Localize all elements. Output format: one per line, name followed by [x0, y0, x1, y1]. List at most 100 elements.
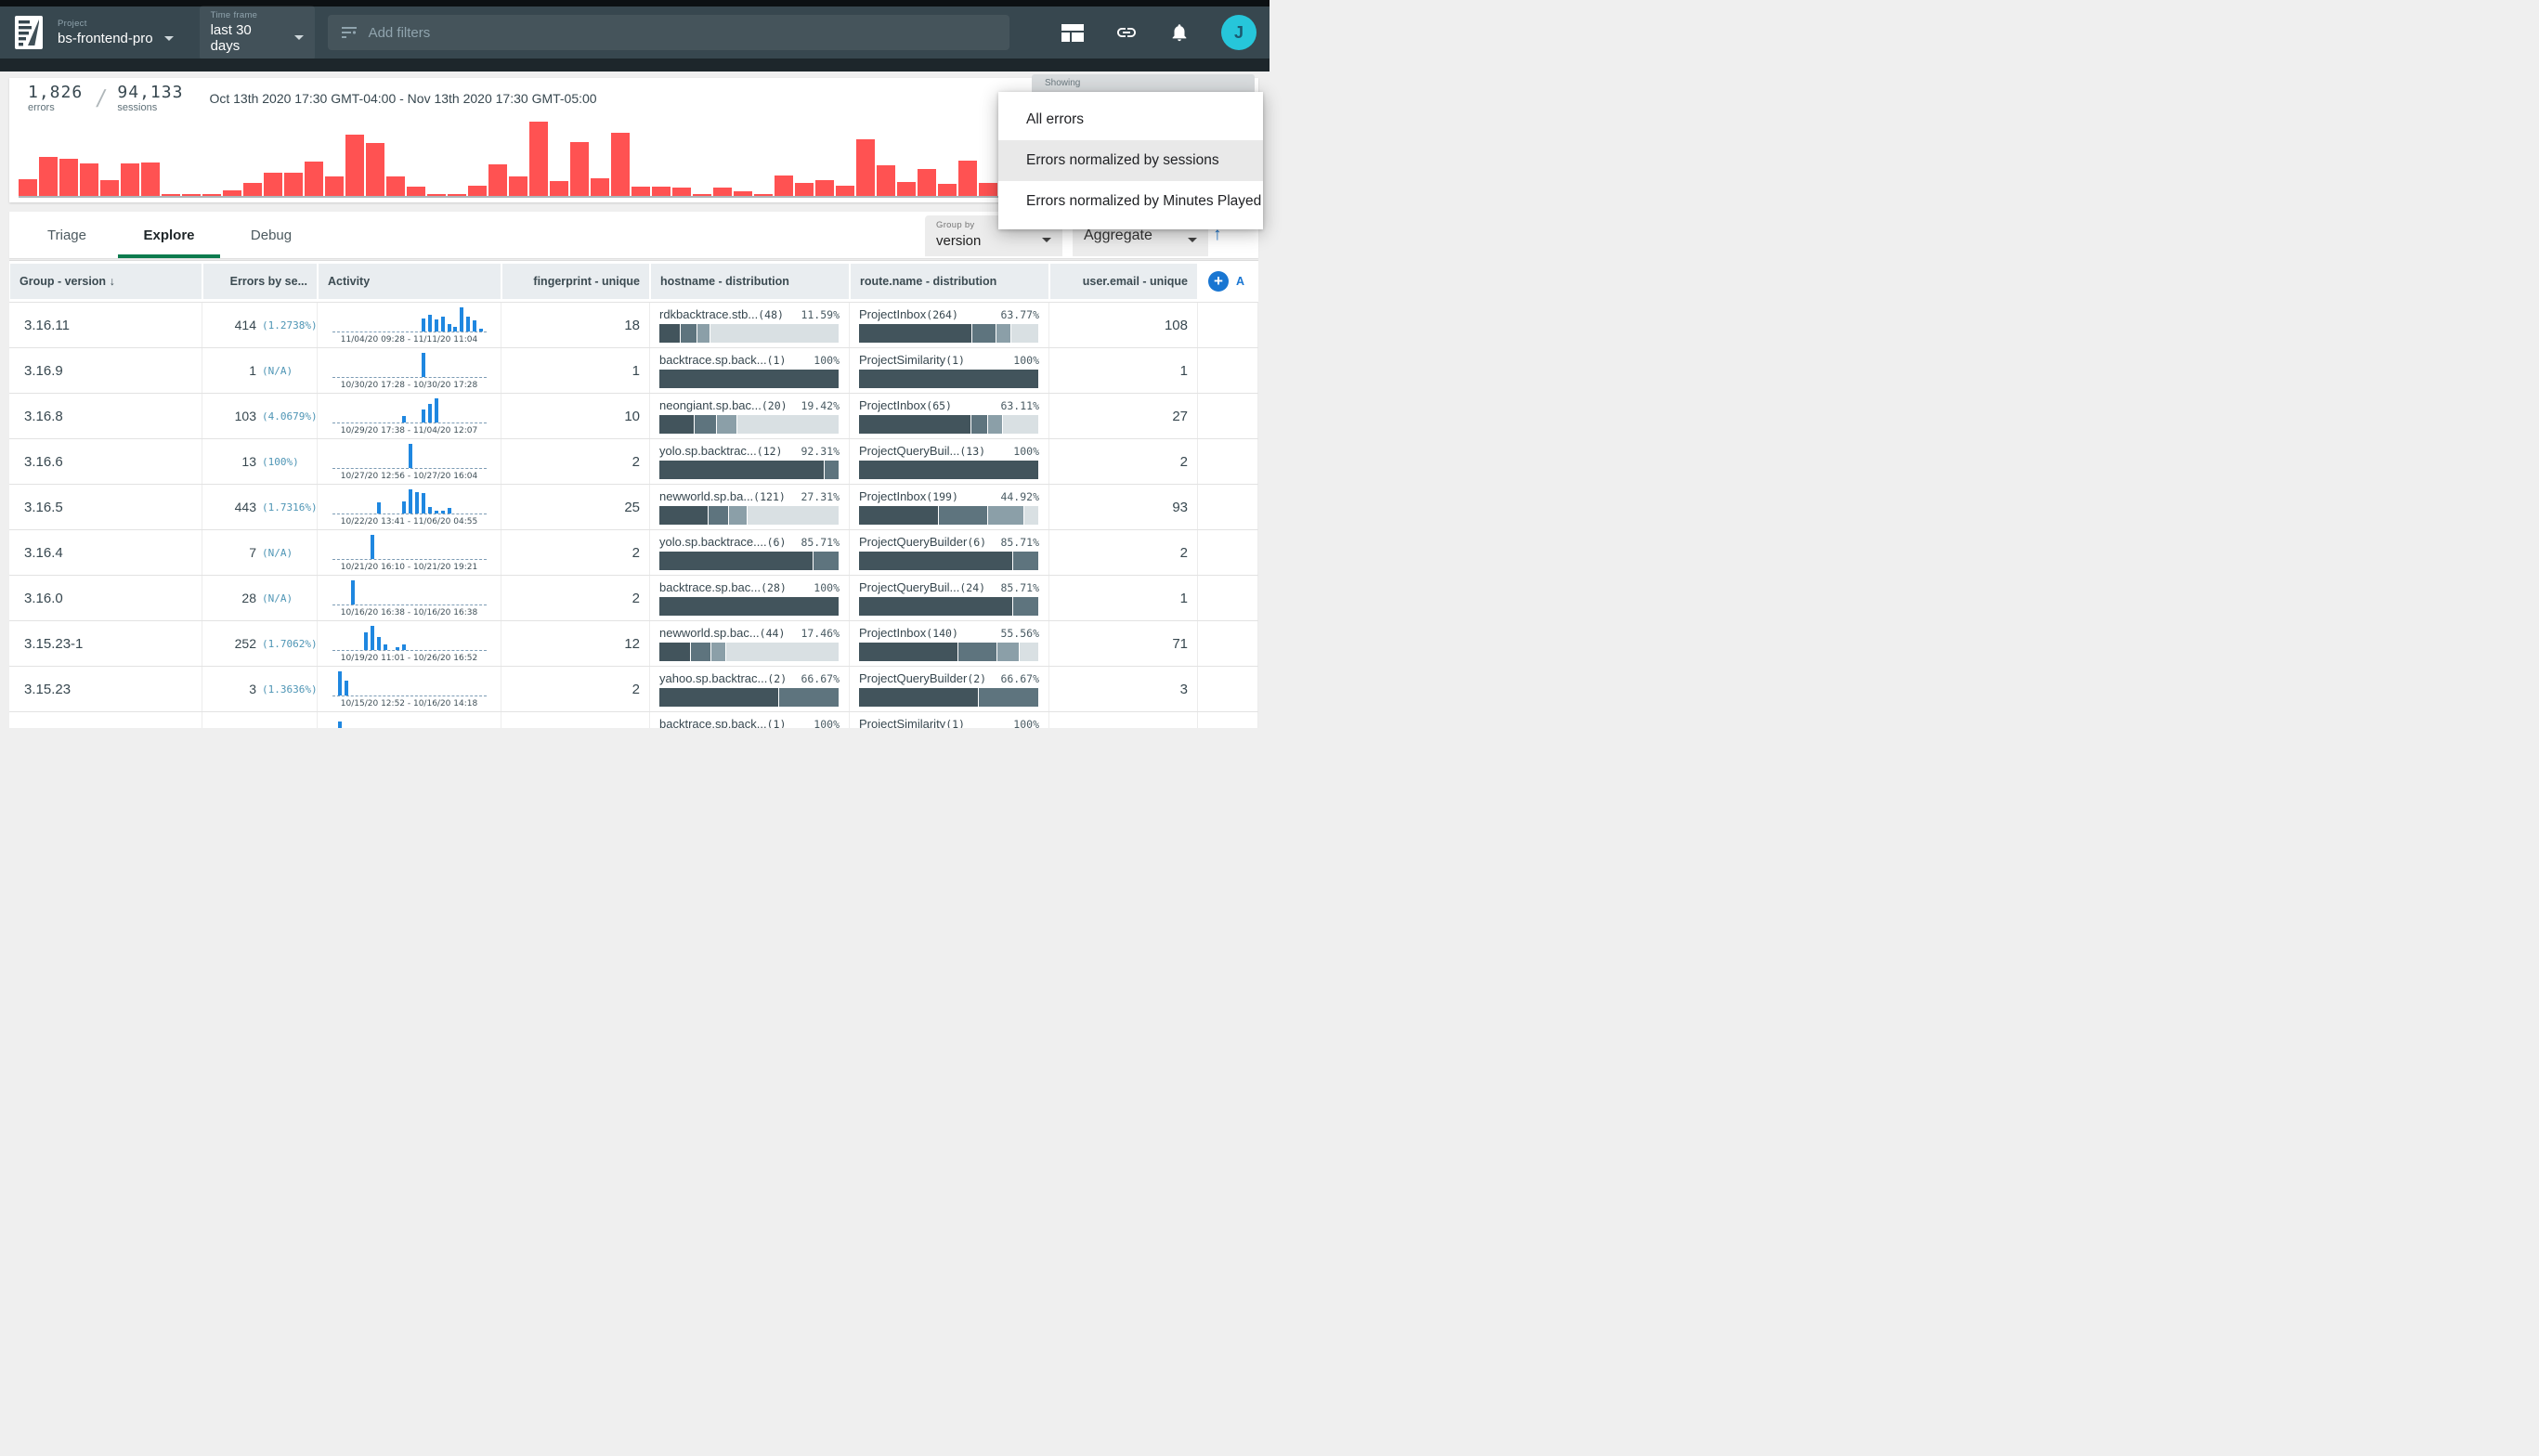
histogram-bar[interactable] [734, 191, 752, 196]
histogram-bar[interactable] [80, 163, 98, 196]
sessions-count-label: sessions [117, 102, 183, 113]
backtrace-logo-icon[interactable] [15, 16, 43, 49]
histogram-bar[interactable] [468, 186, 487, 196]
histogram-bar[interactable] [488, 164, 507, 196]
histogram-bar[interactable] [448, 194, 466, 196]
histogram-bar[interactable] [591, 178, 609, 196]
table-row[interactable]: 3.16.5443(1.7316%)10/22/20 13:41 - 11/06… [9, 484, 1258, 529]
timeframe-selector[interactable]: Time frame last 30 days [200, 6, 315, 60]
column-header-route-name[interactable]: route.name - distribution [851, 264, 1048, 299]
histogram-bar[interactable] [529, 122, 548, 196]
dashboard-layout-icon[interactable] [1061, 24, 1084, 42]
distribution-segment [681, 324, 697, 343]
sparkline-bar [460, 307, 463, 332]
cell-extra [1198, 485, 1258, 529]
errors-count-value: 13 [202, 454, 256, 469]
column-header-hostname[interactable]: hostname - distribution [651, 264, 849, 299]
histogram-bar[interactable] [325, 176, 344, 196]
histogram-bar[interactable] [264, 173, 282, 196]
histogram-bar[interactable] [836, 186, 854, 196]
histogram-bar[interactable] [202, 194, 221, 196]
table-row[interactable]: 3.15.233(1.3636%)10/15/20 12:52 - 10/16/… [9, 666, 1258, 711]
histogram-bar[interactable] [141, 162, 160, 196]
histogram-bar[interactable] [386, 176, 405, 196]
histogram-bar[interactable] [672, 188, 691, 196]
histogram-bar[interactable] [877, 165, 895, 196]
table-row[interactable]: 3.16.47(N/A)10/21/20 16:10 - 10/21/20 19… [9, 529, 1258, 575]
histogram-bar[interactable] [897, 182, 916, 196]
column-header-errors[interactable]: Errors by se... [203, 264, 317, 299]
histogram-bar[interactable] [754, 194, 773, 196]
histogram-bar[interactable] [775, 176, 793, 196]
histogram-bar[interactable] [918, 169, 936, 196]
errors-stat: 1,826 errors [28, 84, 83, 113]
showing-field-label: Showing [1032, 74, 1255, 88]
distribution-segment [748, 506, 839, 525]
histogram-bar[interactable] [856, 139, 875, 196]
activity-sparkline [332, 625, 487, 651]
sparkline-bar [473, 320, 476, 332]
histogram-bar[interactable] [100, 180, 119, 196]
tab-explore[interactable]: Explore [118, 212, 220, 258]
histogram-bar[interactable] [182, 194, 201, 196]
histogram-bar[interactable] [713, 188, 732, 196]
project-selector[interactable]: Project bs-frontend-pro [58, 19, 174, 46]
histogram-bar[interactable] [243, 183, 262, 196]
user-avatar[interactable]: J [1221, 15, 1256, 50]
histogram-bar[interactable] [570, 142, 589, 196]
histogram-bar[interactable] [407, 187, 425, 196]
histogram-bar[interactable] [631, 187, 650, 196]
notifications-bell-icon[interactable] [1169, 22, 1190, 43]
histogram-bar[interactable] [652, 187, 671, 196]
table-row[interactable]: 3.15.221backtrace.sp.back...(1)100%Proje… [9, 711, 1258, 728]
cell-fingerprint-unique: 1 [501, 712, 650, 728]
histogram-bar[interactable] [550, 181, 568, 196]
column-header-user-email[interactable]: user.email - unique [1050, 264, 1197, 299]
tab-triage[interactable]: Triage [16, 212, 118, 258]
cell-route-distribution-pct: 100% [1008, 718, 1039, 728]
sparkline-bar [435, 319, 438, 332]
add-column-button[interactable]: + A [1199, 264, 1257, 299]
table-row[interactable]: 3.16.11414(1.2738%)11/04/20 09:28 - 11/1… [9, 302, 1258, 347]
histogram-bar[interactable] [284, 173, 303, 196]
histogram-bar[interactable] [795, 183, 814, 196]
distribution-segment [859, 415, 970, 434]
add-filters-input[interactable]: Add filters [328, 15, 1009, 50]
table-row[interactable]: 3.16.91(N/A)10/30/20 17:28 - 10/30/20 17… [9, 347, 1258, 393]
table-row[interactable]: 3.15.23-1252(1.7062%)10/19/20 11:01 - 10… [9, 620, 1258, 666]
tab-debug[interactable]: Debug [220, 212, 322, 258]
histogram-bar[interactable] [19, 179, 37, 196]
activity-sparkline [332, 443, 487, 469]
table-row[interactable]: 3.16.613(100%)10/27/20 12:56 - 10/27/20 … [9, 438, 1258, 484]
histogram-bar[interactable] [509, 176, 527, 196]
histogram-bar[interactable] [345, 135, 364, 196]
histogram-bar[interactable] [611, 133, 630, 196]
histogram-bar[interactable] [39, 157, 58, 196]
histogram-bar[interactable] [305, 162, 323, 196]
column-header-group-version[interactable]: Group - version ↓ [10, 264, 202, 299]
chevron-down-icon [1188, 238, 1197, 242]
activity-sparkline [332, 670, 487, 696]
column-header-fingerprint[interactable]: fingerprint - unique [502, 264, 649, 299]
histogram-bar[interactable] [815, 180, 834, 196]
showing-option[interactable]: Errors normalized by Minutes Played [998, 181, 1263, 222]
histogram-bar[interactable] [162, 194, 180, 196]
histogram-bar[interactable] [121, 163, 139, 196]
column-header-activity[interactable]: Activity [319, 264, 501, 299]
cell-route-distribution: ProjectQueryBuilder(6)85.71% [850, 530, 1049, 575]
share-link-icon[interactable] [1115, 21, 1138, 44]
showing-option[interactable]: All errors [998, 99, 1263, 140]
table-row[interactable]: 3.16.8103(4.0679%)10/29/20 17:38 - 11/04… [9, 393, 1258, 438]
error-histogram [19, 118, 999, 198]
histogram-bar[interactable] [938, 184, 957, 196]
histogram-bar[interactable] [223, 190, 241, 196]
histogram-bar[interactable] [979, 183, 997, 196]
histogram-bar[interactable] [366, 143, 384, 196]
histogram-bar[interactable] [427, 194, 446, 196]
histogram-bar[interactable] [693, 194, 711, 196]
cell-extra [1198, 530, 1258, 575]
histogram-bar[interactable] [958, 161, 977, 196]
table-row[interactable]: 3.16.028(N/A)10/16/20 16:38 - 10/16/20 1… [9, 575, 1258, 620]
histogram-bar[interactable] [59, 159, 78, 196]
showing-option[interactable]: Errors normalized by sessions [998, 140, 1263, 181]
